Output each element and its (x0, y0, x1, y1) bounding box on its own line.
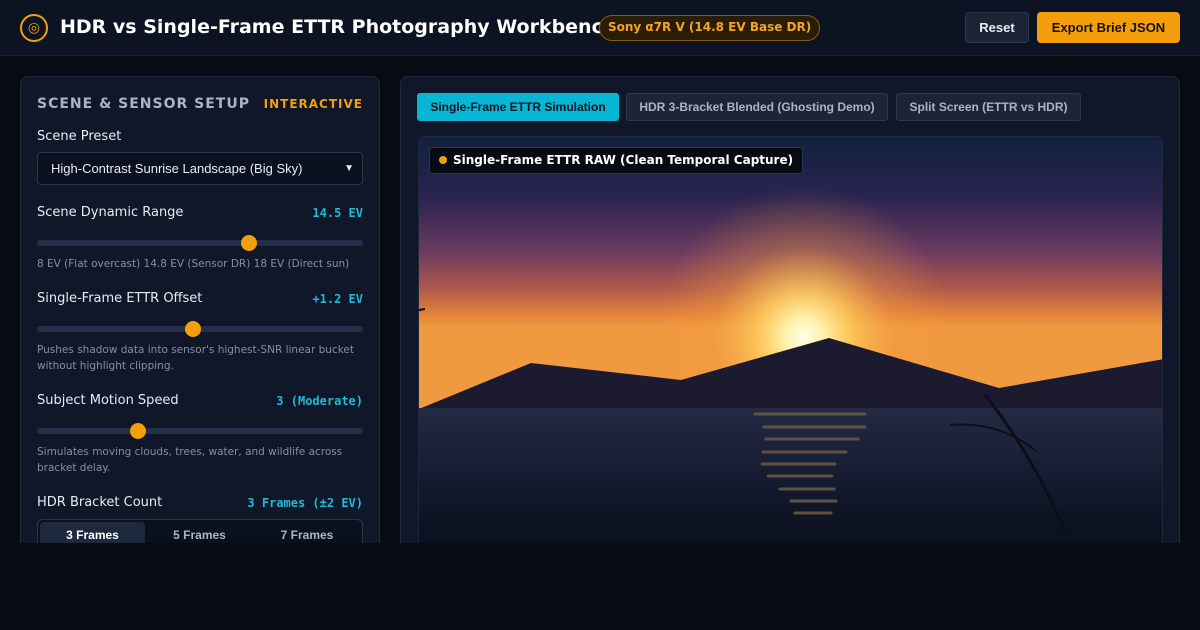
tab-hdr-bracket-blended[interactable]: HDR 3-Bracket Blended (Ghosting Demo) (626, 93, 888, 121)
ettr-offset-slider[interactable] (37, 321, 363, 337)
slider-thumb[interactable] (130, 423, 147, 439)
tab-split-screen[interactable]: Split Screen (ETTR vs HDR) (896, 93, 1081, 121)
ettr-offset-value: +1.2 EV (312, 292, 363, 306)
preview-mode-text: Single-Frame ETTR RAW (Clean Temporal Ca… (453, 153, 794, 167)
scene-preset-select[interactable]: High-Contrast Sunrise Landscape (Big Sky… (37, 152, 363, 185)
preview-mode-label: Single-Frame ETTR RAW (Clean Temporal Ca… (429, 147, 804, 174)
camera-badge: Sony α7R V (14.8 EV Base DR) (599, 15, 821, 41)
bracket-option-5[interactable]: 5 Frames (147, 522, 252, 543)
motion-speed-value: 3 (Moderate) (276, 394, 363, 408)
tab-single-frame-ettr[interactable]: Single-Frame ETTR Simulation (417, 93, 619, 121)
app-header: ◎ HDR vs Single-Frame ETTR Photography W… (0, 0, 1200, 56)
app-title: HDR vs Single-Frame ETTR Photography Wor… (60, 16, 617, 38)
dynamic-range-hint: 8 EV (Flat overcast) 14.8 EV (Sensor DR)… (37, 258, 350, 270)
bracket-count-value: 3 Frames (±2 EV) (247, 496, 363, 510)
dynamic-range-slider[interactable] (37, 235, 363, 251)
dynamic-range-label: Scene Dynamic Range (37, 205, 184, 220)
bracket-option-3[interactable]: 3 Frames (40, 522, 145, 543)
motion-speed-slider[interactable] (37, 423, 363, 439)
chevron-down-icon: ▼ (344, 163, 354, 174)
panel-title: SCENE & SENSOR SETUP (37, 96, 250, 112)
slider-thumb[interactable] (185, 321, 202, 337)
ettr-offset-label: Single-Frame ETTR Offset (37, 291, 203, 306)
interactive-badge: INTERACTIVE (263, 97, 363, 111)
bracket-count-selector: 3 Frames 5 Frames 7 Frames (37, 519, 363, 543)
status-dot-icon (439, 156, 447, 164)
scene-preset-label: Scene Preset (37, 129, 122, 144)
preview-panel: Single-Frame ETTR Simulation HDR 3-Brack… (400, 76, 1180, 543)
bracket-option-7[interactable]: 7 Frames (254, 522, 360, 543)
slider-thumb[interactable] (240, 235, 257, 251)
image-preview: Single-Frame ETTR RAW (Clean Temporal Ca… (418, 136, 1163, 543)
scene-preset-value: High-Contrast Sunrise Landscape (Big Sky… (51, 161, 303, 176)
scene-setup-panel: SCENE & SENSOR SETUP INTERACTIVE Scene P… (20, 76, 380, 543)
ettr-offset-hint: Pushes shadow data into sensor's highest… (37, 344, 354, 372)
export-brief-button[interactable]: Export Brief JSON (1037, 12, 1180, 43)
dynamic-range-value: 14.5 EV (312, 206, 363, 220)
sunrise-landscape-image (419, 137, 1162, 543)
reset-button[interactable]: Reset (965, 12, 1029, 43)
motion-speed-hint: Simulates moving clouds, trees, water, a… (37, 446, 343, 474)
aperture-icon: ◎ (20, 14, 48, 42)
motion-speed-label: Subject Motion Speed (37, 393, 179, 408)
bracket-count-label: HDR Bracket Count (37, 495, 163, 510)
